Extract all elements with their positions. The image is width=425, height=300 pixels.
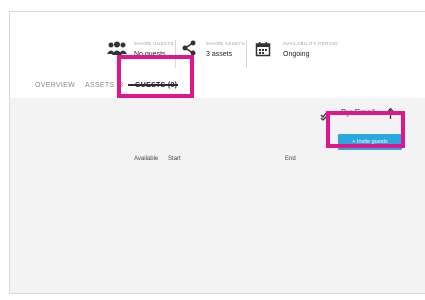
highlight-box-guests-tab bbox=[117, 55, 194, 98]
top-bar bbox=[10, 12, 425, 22]
tab-overview[interactable]: OVERVIEW bbox=[35, 74, 75, 98]
column-header-available[interactable]: Available bbox=[134, 156, 158, 162]
share-assets-caption: SHARE ASSETS bbox=[206, 41, 246, 46]
tab-bar: OVERVIEW ASSETS (3 GUESTS (0) bbox=[10, 74, 425, 98]
share-assets-value: 3 assets bbox=[206, 51, 233, 58]
app-frame: SHARE GUESTS No guests SHARE ASSETS 3 as… bbox=[9, 11, 425, 294]
highlight-box-invite-button bbox=[326, 111, 405, 148]
divider bbox=[246, 40, 247, 68]
availability-caption: AVAILABILITY PERIOD bbox=[283, 41, 338, 46]
column-header-end[interactable]: End bbox=[285, 156, 296, 162]
availability-value: Ongoing bbox=[283, 51, 310, 58]
calendar-icon bbox=[255, 41, 271, 62]
column-header-start[interactable]: Start bbox=[168, 156, 181, 162]
share-summary-header: SHARE GUESTS No guests SHARE ASSETS 3 as… bbox=[10, 22, 425, 74]
share-guests-caption: SHARE GUESTS bbox=[134, 41, 175, 46]
